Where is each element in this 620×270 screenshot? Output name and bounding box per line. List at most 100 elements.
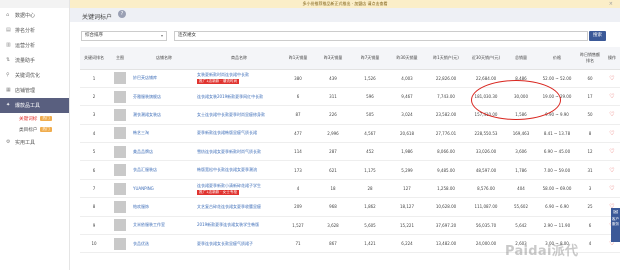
store-name-link[interactable]: 妙巴芙店铺库	[132, 69, 196, 88]
product-name-cell: 夏季新款连衣裙韩版显瘦气质长裙	[196, 124, 282, 144]
favorite-icon[interactable]: ♡	[609, 185, 614, 192]
product-thumbnail	[108, 69, 132, 88]
cell-m30: 111,087.00	[466, 197, 506, 217]
col-header[interactable]: 昨30天销量	[388, 47, 426, 70]
store-name-link[interactable]: 美品品牌店	[132, 142, 196, 162]
cell-m1: 27,776.01	[426, 124, 466, 144]
traffic-icon: ⇅	[6, 57, 11, 63]
help-icon[interactable]: ?	[118, 10, 126, 18]
product-name-link[interactable]: 夏季连衣裙女长款显瘦气质裙子	[197, 241, 281, 247]
cell-d7: 1,175	[352, 160, 388, 180]
col-header[interactable]: 价格	[536, 47, 578, 70]
sidebar-item-keyword[interactable]: ⚲ 关键词优化	[0, 68, 69, 83]
store-name-link[interactable]: 艾米依服装工作室	[132, 216, 196, 236]
col-header[interactable]: 昨日销售额排名	[578, 47, 602, 70]
product-image[interactable]	[114, 72, 126, 85]
product-thumbnail	[108, 160, 132, 180]
product-image[interactable]	[114, 145, 126, 158]
fire-icon: ✦	[6, 102, 11, 108]
store-name-link[interactable]: 芬雅服装旗舰店	[132, 87, 196, 107]
product-name-link[interactable]: 女装夏新款时尚连衣裙中长款	[197, 72, 281, 78]
search-input-value: 连衣裙女	[178, 33, 196, 38]
favorite-icon[interactable]: ♡	[609, 111, 614, 118]
favorite-icon[interactable]: ♡	[609, 75, 614, 82]
product-image[interactable]	[114, 127, 126, 140]
col-header[interactable]: 关键词排名	[80, 47, 108, 70]
col-header: 主图	[108, 47, 132, 70]
sidebar-item-operations[interactable]: ▥ 运营分析	[0, 38, 69, 53]
op-cell: ♡	[602, 124, 620, 144]
cell-d3: 3,628	[314, 216, 352, 236]
product-image[interactable]	[114, 164, 126, 177]
product-image[interactable]	[114, 90, 126, 103]
sidebar-item-hot-tools[interactable]: ✦ 爆款品工具	[0, 98, 69, 113]
chart-icon: ▤	[6, 27, 11, 33]
sidebar-subitem-keyword[interactable]: 关键词标 热门	[0, 113, 69, 124]
search-button[interactable]: 搜索	[589, 31, 606, 41]
cell-d7: 4,567	[352, 124, 388, 144]
cell-price: 9.90 ~ 9.90	[536, 105, 578, 125]
cell-price: 52.00 ~ 52.00	[536, 69, 578, 88]
product-name-link[interactable]: 连衣裙女装2019新款夏季网红中长款	[197, 94, 281, 100]
store-name-link[interactable]: 帕欢服饰	[132, 197, 196, 217]
cell-m30: 48,597.00	[466, 160, 506, 180]
col-header[interactable]: 昨7天销量	[352, 47, 388, 70]
product-name-link[interactable]: 雪纺连衣裙女夏季新款时尚气质长款	[197, 149, 281, 155]
search-input[interactable]: 连衣裙女	[174, 31, 588, 41]
col-header[interactable]: 总销量	[506, 47, 536, 70]
product-name-link[interactable]: 文艺复古碎花连衣裙女夏季收腰显瘦	[197, 204, 281, 210]
cell-price: 58.00 ~ 69.00	[536, 179, 578, 199]
col-header[interactable]: 近30天销户(元)	[466, 47, 506, 70]
product-name-link[interactable]: 韩版宽松中长款连衣裙女夏季潮流	[197, 167, 281, 173]
cell-d3: 867	[314, 234, 352, 254]
favorite-icon[interactable]: ♡	[609, 167, 614, 174]
product-image[interactable]	[114, 200, 126, 213]
store-name-link[interactable]: 衣品汇服装店	[132, 160, 196, 180]
cell-d1: 173	[282, 160, 314, 180]
cell-m30: 56,035.70	[466, 216, 506, 236]
sidebar-item-ranking[interactable]: ▤ 排名分析	[0, 23, 69, 38]
col-header[interactable]: 昨3天销量	[314, 47, 352, 70]
sidebar-item-label: 排名分析	[15, 28, 36, 34]
favorite-icon[interactable]: ♡	[609, 130, 614, 137]
product-thumbnail	[108, 179, 132, 199]
product-thumbnail	[108, 87, 132, 107]
product-name-link[interactable]: 女士连衣裙中长款夏季时尚显瘦修身款	[197, 112, 281, 118]
cell-d3: 968	[314, 197, 352, 217]
table-header-row: 关键词排名 主图 店铺名称 商品名称 昨1天销量 昨3天销量 昨7天销量 昨30…	[80, 47, 620, 70]
sidebar-item-data-center[interactable]: ⌂ 数据中心	[0, 8, 69, 23]
customer-service-float[interactable]: ✉ 客户服务	[611, 208, 620, 242]
product-name-link[interactable]: 连衣裙夏季新款小清新碎花裙子学生	[197, 183, 281, 189]
store-name-link[interactable]: 韩艺三淘	[132, 124, 196, 144]
sidebar-subitem-label: 类目标户	[19, 127, 38, 133]
sidebar-item-tools[interactable]: ⚙ 实用工具	[0, 135, 69, 150]
product-name-link[interactable]: 夏季新款连衣裙韩版显瘦气质长裙	[197, 130, 281, 136]
product-image[interactable]	[114, 182, 126, 195]
col-header[interactable]: 昨1天销量	[282, 47, 314, 70]
store-name-link[interactable]: 潮衣潮裙女装店	[132, 105, 196, 125]
cell-d1: 71	[282, 234, 314, 254]
favorite-icon[interactable]: ♡	[609, 148, 614, 155]
favorite-icon[interactable]: ♡	[609, 93, 614, 100]
product-image[interactable]	[114, 237, 126, 250]
notice-text[interactable]: 多小份推荐推品新正式推出 · 加盟店 请点击查看	[302, 1, 387, 7]
product-image[interactable]	[114, 219, 126, 232]
col-header[interactable]: 昨1天销户(元)	[426, 47, 466, 70]
close-icon[interactable]: ×	[609, 1, 613, 7]
store-name-link[interactable]: YUANPING	[132, 179, 196, 199]
sort-select[interactable]: 综合排序 ▾	[81, 31, 167, 41]
table-row: 1 妙巴芙店铺库 女装夏新款时尚连衣裙中长款 推广1店新款 · 潮流时尚 380 439 1…	[80, 69, 620, 88]
sidebar-item-label: 运营分析	[15, 43, 36, 49]
sidebar-top	[0, 0, 69, 8]
promo-tag: 推广1店新款 · 潮流时尚	[197, 79, 240, 85]
sidebar-item-store[interactable]: ▦ 店铺管理	[0, 83, 69, 98]
product-name-cell: 夏季连衣裙女长款显瘦气质裙子	[196, 234, 282, 254]
op-cell: ♡	[602, 87, 620, 107]
cell-d30: 18,127	[388, 197, 426, 217]
product-name-link[interactable]: 2019新款夏季连衣裙女装学生韩版	[197, 222, 281, 228]
store-name-link[interactable]: 衣品优选	[132, 234, 196, 254]
sidebar-item-label: 流量助手	[15, 58, 36, 64]
sidebar-subitem-category[interactable]: 类目标户 热门	[0, 124, 69, 135]
product-image[interactable]	[114, 108, 126, 121]
sidebar-item-traffic[interactable]: ⇅ 流量助手	[0, 53, 69, 68]
